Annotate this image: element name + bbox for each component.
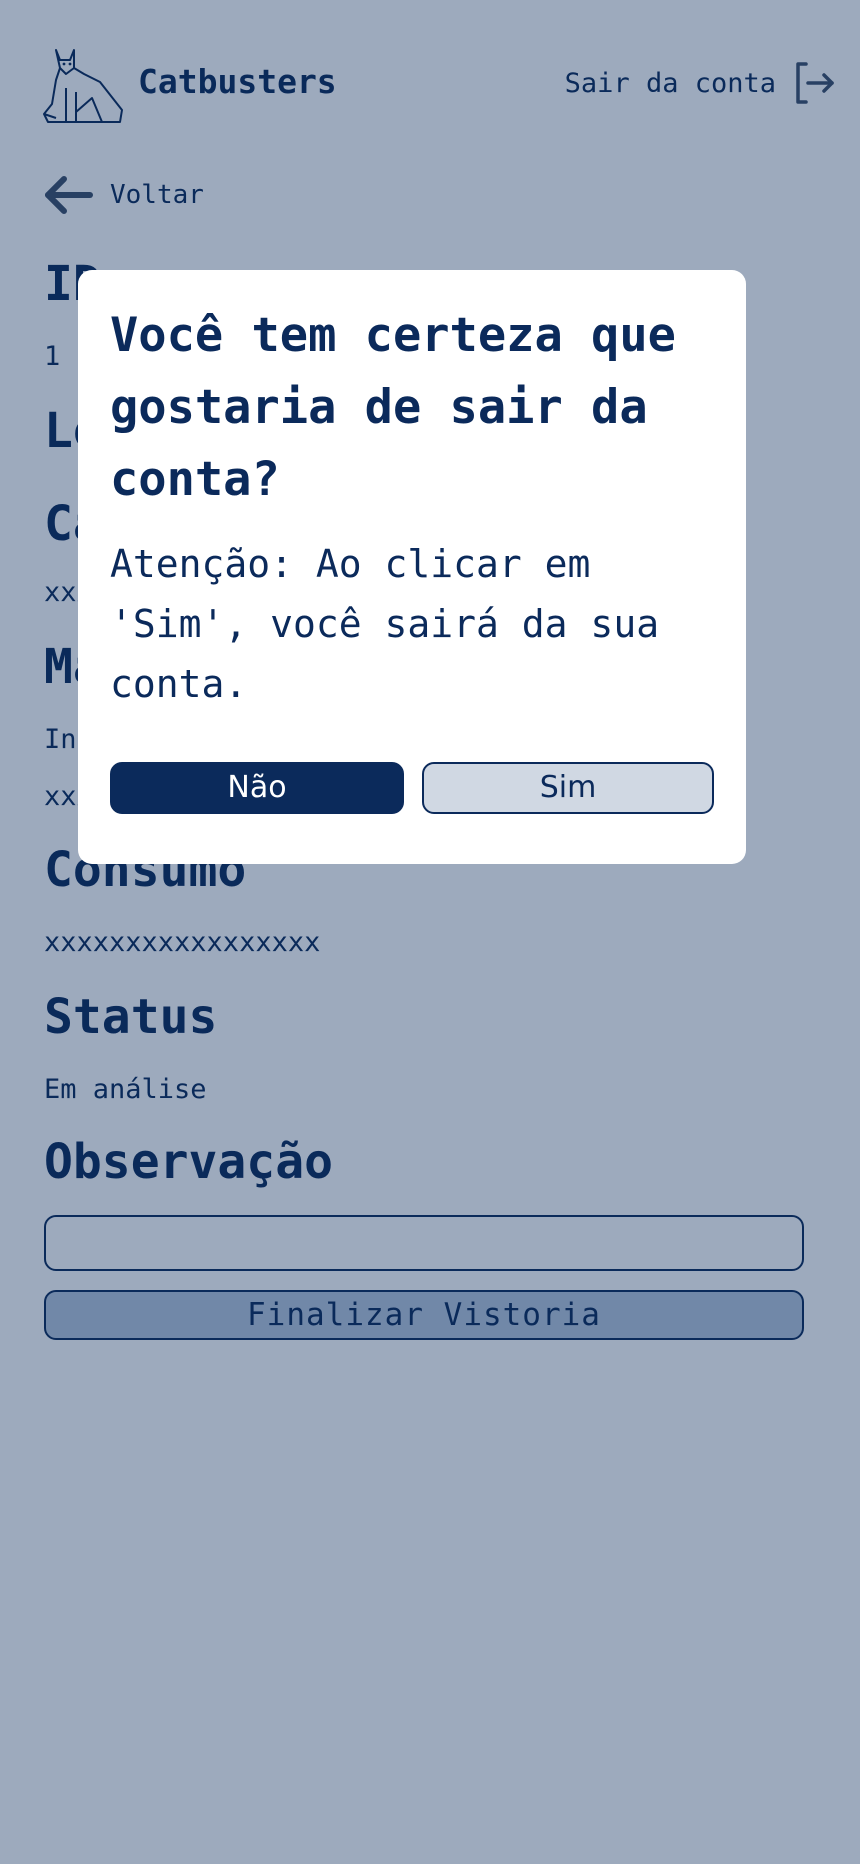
logout-confirm-dialog: Você tem certeza que gostaria de sair da…	[78, 270, 746, 864]
cancel-button[interactable]: Não	[110, 762, 404, 814]
dialog-message: Atenção: Ao clicar em 'Sim', você sairá …	[110, 542, 660, 706]
dialog-actions: Não Sim	[110, 762, 714, 814]
confirm-logout-button[interactable]: Sim	[422, 762, 714, 814]
dialog-title: Você tem certeza que gostaria de sair da…	[110, 308, 676, 507]
